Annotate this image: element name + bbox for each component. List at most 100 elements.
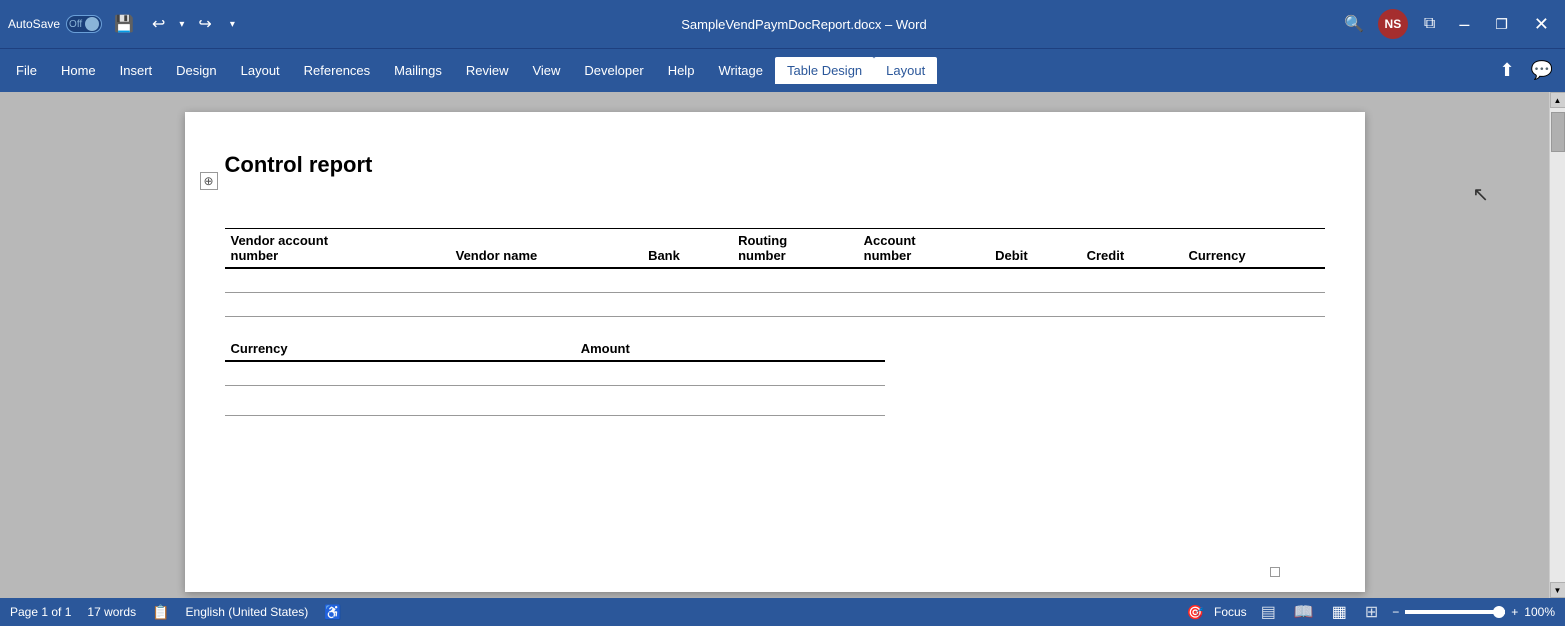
menu-table-design[interactable]: Table Design xyxy=(775,57,874,84)
col-currency2: Currency xyxy=(225,337,575,361)
menu-bar: File Home Insert Design Layout Reference… xyxy=(0,48,1565,92)
menu-layout-active[interactable]: Layout xyxy=(874,57,937,84)
document-scroll[interactable]: ⊕ Control report Vendor accountnumber Ve… xyxy=(0,92,1549,598)
title-bar-right: 🔍 NS ⧉ – ❐ ✕ xyxy=(1340,0,1557,48)
print-layout-icon[interactable]: ▤ xyxy=(1257,600,1280,624)
title-bar-center: SampleVendPaymDocReport.docx – Word xyxy=(268,17,1340,32)
accessibility-icon[interactable]: ♿ xyxy=(324,604,341,621)
cell-empty-7 xyxy=(1081,268,1183,293)
cell-empty-5 xyxy=(858,268,990,293)
document-page[interactable]: ⊕ Control report Vendor accountnumber Ve… xyxy=(185,112,1365,592)
zoom-bar[interactable]: − + 100% xyxy=(1392,605,1555,619)
menu-mailings[interactable]: Mailings xyxy=(382,57,454,84)
currency-table: Currency Amount xyxy=(225,337,885,416)
zoom-slider[interactable] xyxy=(1405,610,1505,614)
col-routing-number: Routingnumber xyxy=(732,229,858,269)
vertical-scrollbar[interactable]: ▲ ▼ xyxy=(1549,92,1565,598)
toggle-state-label: Off xyxy=(69,19,82,30)
title-bar: AutoSave Off 💾 ↩ ▾ ↪ ▾ SampleVendPaymDoc… xyxy=(0,0,1565,48)
avatar[interactable]: NS xyxy=(1378,9,1408,39)
restore-button[interactable]: ❐ xyxy=(1487,0,1516,48)
table-move-handle[interactable]: ⊕ xyxy=(200,172,218,190)
document-filename: SampleVendPaymDocReport.docx xyxy=(681,17,881,32)
scroll-track[interactable] xyxy=(1550,108,1565,582)
cell-empty-1 xyxy=(225,268,450,293)
vendor-table-row-empty xyxy=(225,268,1325,293)
document-area: ⊕ Control report Vendor accountnumber Ve… xyxy=(0,92,1565,598)
menu-insert[interactable]: Insert xyxy=(108,57,165,84)
col-amount: Amount xyxy=(575,337,885,361)
minimize-button[interactable]: – xyxy=(1451,0,1477,48)
comments-icon[interactable]: 💬 xyxy=(1523,56,1561,85)
cell-spacer xyxy=(225,293,1325,317)
menu-file[interactable]: File xyxy=(4,57,49,84)
col-vendor-account: Vendor accountnumber xyxy=(225,229,450,269)
cell-empty-6 xyxy=(989,268,1080,293)
col-account-number: Accountnumber xyxy=(858,229,990,269)
currency-table-row-empty xyxy=(225,361,885,386)
zoom-slider-fill xyxy=(1405,610,1505,614)
app-name: Word xyxy=(896,17,927,32)
undo-redo-group: ↩ ▾ ↪ xyxy=(146,10,218,38)
currency-table-row-2 xyxy=(225,386,885,416)
col-credit: Credit xyxy=(1081,229,1183,269)
undo-dropdown-icon[interactable]: ▾ xyxy=(173,15,190,34)
language[interactable]: English (United States) xyxy=(186,605,309,619)
col-currency: Currency xyxy=(1182,229,1324,269)
cell-empty-8 xyxy=(1182,268,1324,293)
vendor-table-row-2 xyxy=(225,293,1325,317)
toggle-knob xyxy=(85,17,99,31)
menu-layout[interactable]: Layout xyxy=(229,57,292,84)
page-info[interactable]: Page 1 of 1 xyxy=(10,605,71,619)
close-button[interactable]: ✕ xyxy=(1526,0,1557,48)
cell-amount-empty2 xyxy=(575,386,885,416)
menu-developer[interactable]: Developer xyxy=(572,57,655,84)
scroll-up-button[interactable]: ▲ xyxy=(1550,92,1565,108)
autosave-toggle[interactable]: Off xyxy=(66,15,102,33)
menu-design[interactable]: Design xyxy=(164,57,228,84)
undo-icon[interactable]: ↩ xyxy=(146,10,171,38)
autosave-label: AutoSave xyxy=(8,17,60,31)
cell-empty-4 xyxy=(732,268,858,293)
restore-down-icon[interactable]: ⧉ xyxy=(1418,11,1441,37)
col-debit: Debit xyxy=(989,229,1080,269)
document-check-icon[interactable]: 📋 xyxy=(152,604,169,621)
scroll-down-button[interactable]: ▼ xyxy=(1550,582,1565,598)
share-icon[interactable]: ⬆ xyxy=(1491,56,1522,85)
outline-icon[interactable]: ⊞ xyxy=(1361,600,1382,624)
focus-label[interactable]: Focus xyxy=(1214,605,1247,619)
quick-access-dropdown-icon[interactable]: ▾ xyxy=(224,15,241,34)
menu-help[interactable]: Help xyxy=(656,57,707,84)
cell-empty-3 xyxy=(642,268,732,293)
redo-icon[interactable]: ↪ xyxy=(192,10,217,38)
zoom-level[interactable]: 100% xyxy=(1524,605,1555,619)
scroll-thumb[interactable] xyxy=(1551,112,1565,152)
cell-amount-empty xyxy=(575,361,885,386)
status-bar-right: 🎯 Focus ▤ 📖 ▦ ⊞ − + 100% xyxy=(1187,600,1555,624)
read-mode-icon[interactable]: 📖 xyxy=(1290,600,1318,624)
menu-writage[interactable]: Writage xyxy=(706,57,775,84)
cell-empty-2 xyxy=(450,268,642,293)
report-title: Control report xyxy=(225,142,1325,198)
web-layout-icon[interactable]: ▦ xyxy=(1328,600,1351,624)
col-vendor-name: Vendor name xyxy=(450,229,642,269)
menu-view[interactable]: View xyxy=(520,57,572,84)
cursor-arrow: ↖ xyxy=(1472,182,1489,207)
vendor-table-header-row: Vendor accountnumber Vendor name Bank Ro… xyxy=(225,229,1325,269)
search-icon[interactable]: 🔍 xyxy=(1340,10,1368,38)
cell-currency-empty2 xyxy=(225,386,575,416)
zoom-in-icon[interactable]: + xyxy=(1511,605,1518,619)
word-count[interactable]: 17 words xyxy=(87,605,136,619)
focus-icon[interactable]: 🎯 xyxy=(1187,604,1204,621)
table-resize-handle[interactable] xyxy=(1270,567,1280,577)
menu-review[interactable]: Review xyxy=(454,57,521,84)
cell-currency-empty xyxy=(225,361,575,386)
save-icon[interactable]: 💾 xyxy=(108,10,140,38)
menu-references[interactable]: References xyxy=(292,57,382,84)
status-bar: Page 1 of 1 17 words 📋 English (United S… xyxy=(0,598,1565,626)
menu-home[interactable]: Home xyxy=(49,57,108,84)
currency-table-header-row: Currency Amount xyxy=(225,337,885,361)
col-bank: Bank xyxy=(642,229,732,269)
zoom-slider-thumb[interactable] xyxy=(1493,606,1505,618)
zoom-out-icon[interactable]: − xyxy=(1392,605,1399,619)
